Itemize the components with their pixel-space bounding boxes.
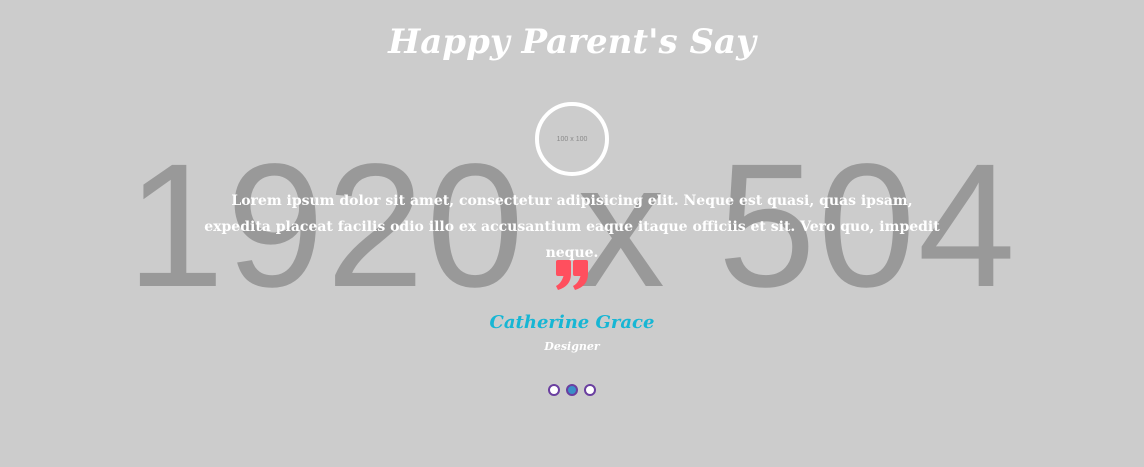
- carousel-pagination: [0, 384, 1144, 396]
- carousel-dot-3[interactable]: [584, 384, 596, 396]
- section-title: Happy Parent's Say: [388, 22, 756, 62]
- carousel-dot-2[interactable]: [566, 384, 578, 396]
- avatar: 100 x 100: [535, 102, 609, 176]
- author-role: Designer: [544, 340, 600, 353]
- carousel-dot-1[interactable]: [548, 384, 560, 396]
- author-name: Catherine Grace: [489, 312, 655, 333]
- avatar-placeholder-text: 100 x 100: [556, 135, 588, 143]
- quote-right-icon: [548, 252, 596, 296]
